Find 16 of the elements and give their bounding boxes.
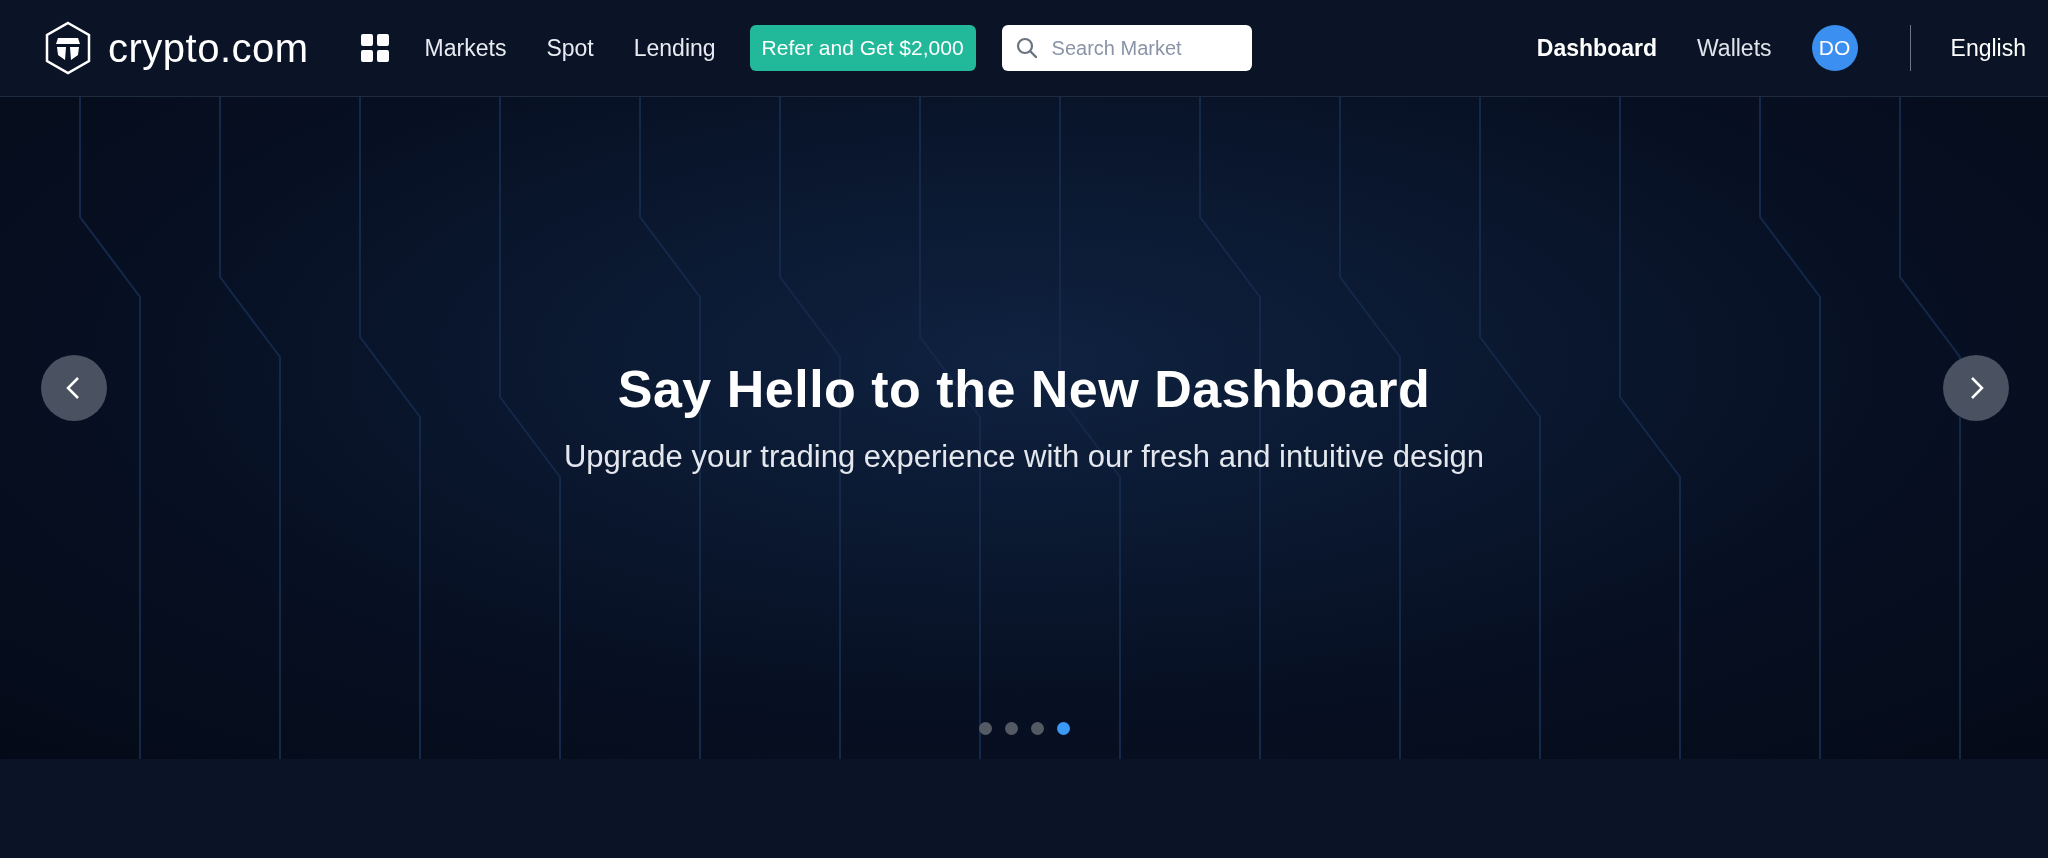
logo-icon[interactable] (44, 21, 92, 75)
nav-link[interactable]: Dashboard (1536, 34, 1657, 62)
slide-indicator[interactable] (978, 722, 992, 735)
nav-link[interactable]: Markets (424, 34, 507, 62)
slide-indicator[interactable] (1056, 722, 1070, 735)
apps-grid-icon[interactable] (360, 34, 389, 62)
banner-subtitle: Upgrade your trading experience with our fresh and intuitive design (563, 439, 1485, 475)
logo-text[interactable]: crypto.com (108, 25, 309, 71)
slide-indicator[interactable] (1030, 722, 1044, 735)
nav-link[interactable]: Lending (633, 34, 716, 62)
nav-link[interactable]: Spot (546, 34, 594, 62)
language-selector[interactable]: English (1950, 34, 2026, 62)
nav-link[interactable]: Wallets (1697, 34, 1772, 62)
banner-title: Say Hello to the New Dashboard (617, 359, 1431, 419)
search-field[interactable]: Search Market (1001, 25, 1252, 71)
slide-indicator[interactable] (1004, 722, 1018, 735)
